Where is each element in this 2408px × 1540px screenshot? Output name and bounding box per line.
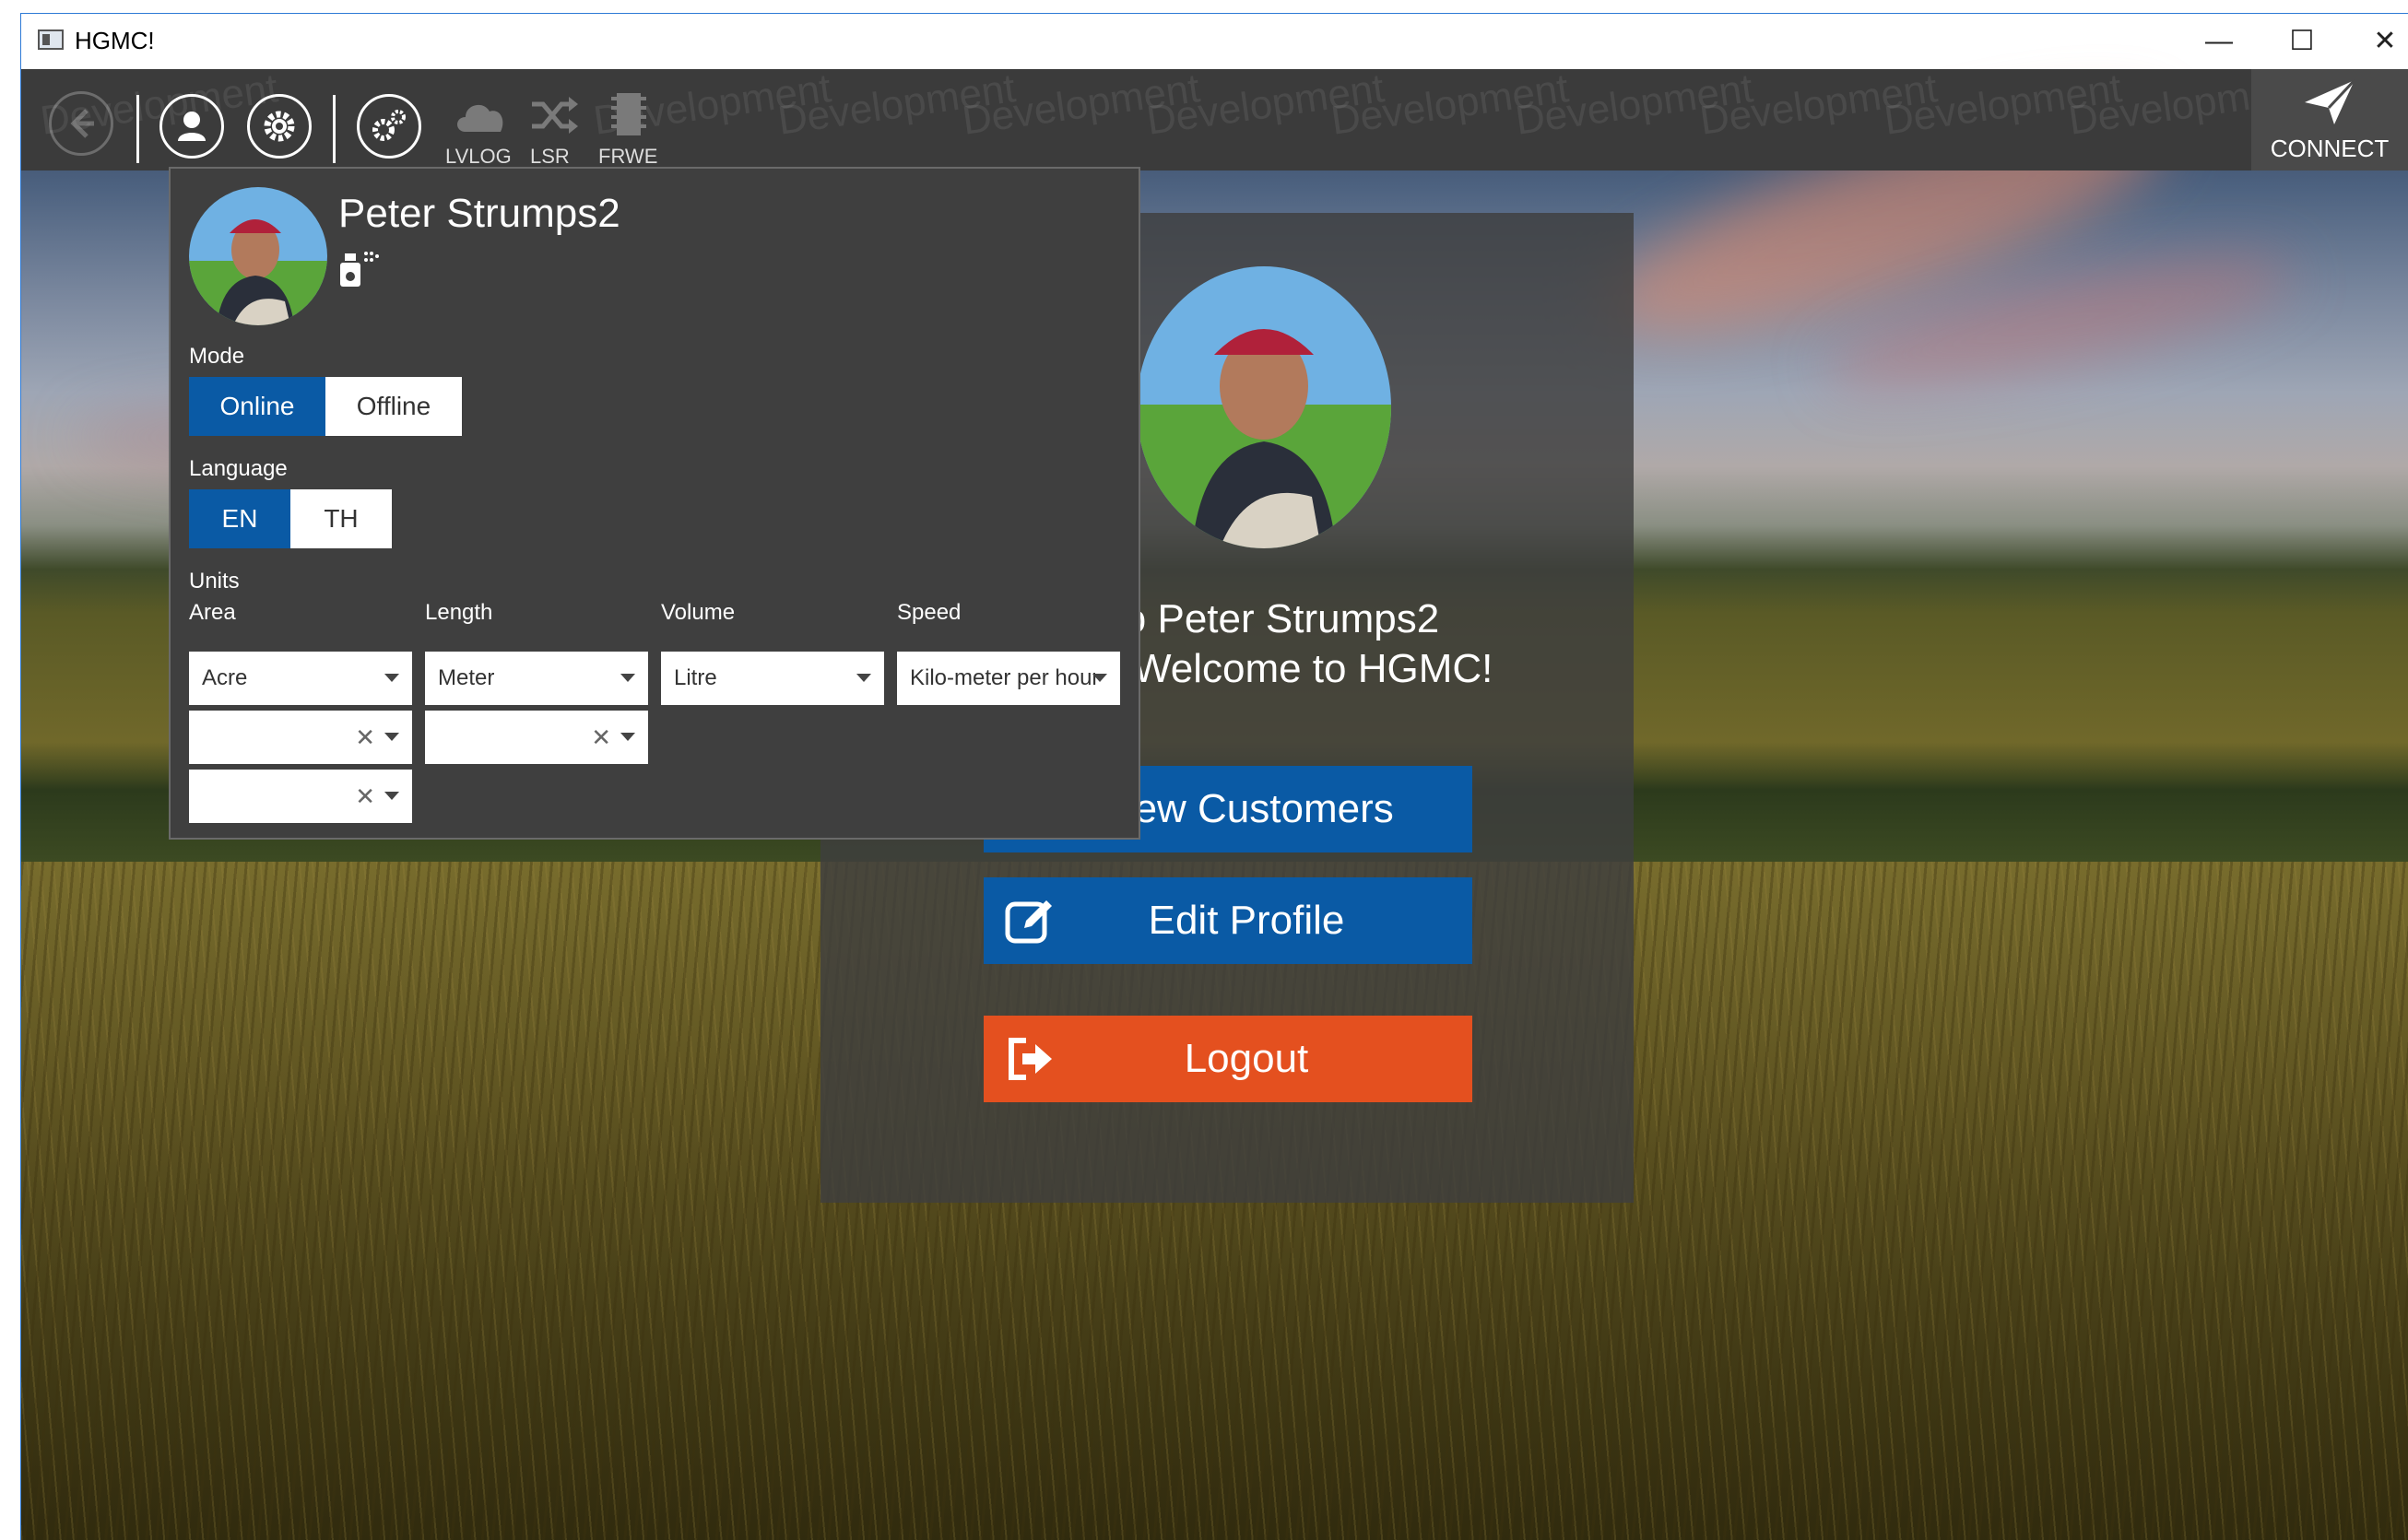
language-en-toggle[interactable]: EN: [189, 489, 290, 548]
chevron-down-icon: [384, 792, 399, 800]
chip-icon: [611, 93, 646, 135]
length-unit-value: Meter: [438, 665, 495, 690]
profile-settings-panel: Peter Strumps2 Mode Online Offline Langu…: [169, 167, 1140, 840]
chevron-down-icon: [384, 674, 399, 682]
settings-button[interactable]: [247, 94, 312, 159]
speed-unit-value: Kilo-meter per hour: [910, 665, 1096, 690]
chevron-down-icon: [620, 674, 635, 682]
area-label: Area: [189, 600, 236, 625]
user-avatar-large: [1137, 266, 1391, 548]
spray-icon: [340, 252, 379, 287]
back-button[interactable]: [49, 91, 113, 156]
connect-label: CONNECT: [2270, 135, 2390, 162]
edit-profile-label: Edit Profile: [1148, 898, 1345, 943]
user-profile-button[interactable]: [159, 94, 224, 159]
connect-button[interactable]: CONNECT: [2251, 69, 2408, 170]
toolbar: Development Development Development Deve…: [21, 65, 2408, 170]
edit-profile-button[interactable]: Edit Profile: [984, 877, 1472, 964]
shuffle-icon: [532, 97, 578, 134]
speed-unit-select[interactable]: Kilo-meter per hour: [897, 652, 1120, 705]
advanced-settings-button[interactable]: [357, 94, 421, 159]
clear-icon[interactable]: ✕: [355, 770, 375, 823]
user-avatar-small: [189, 187, 327, 325]
app-icon: [38, 29, 64, 50]
settings-icon: [264, 111, 295, 142]
frwe-button[interactable]: [606, 86, 652, 143]
back-icon: [70, 109, 94, 138]
cloud-icon: [457, 104, 503, 132]
length-label: Length: [425, 600, 493, 625]
welcome-message: Welcome to HGMC!: [1133, 646, 1493, 691]
maximize-button[interactable]: ☐: [2260, 14, 2343, 69]
lvlog-button[interactable]: [449, 88, 513, 143]
lsr-button[interactable]: [526, 88, 582, 143]
lvlog-label: LVLOG: [445, 145, 512, 168]
chevron-down-icon: [384, 733, 399, 741]
advanced-settings-icon: [372, 110, 406, 141]
area-unit-select[interactable]: Acre: [189, 652, 412, 705]
frwe-label: FRWE: [598, 145, 658, 168]
chevron-down-icon: [856, 674, 871, 682]
mode-label: Mode: [189, 344, 245, 369]
units-label: Units: [189, 569, 240, 594]
length-unit-select[interactable]: Meter: [425, 652, 648, 705]
logout-button[interactable]: Logout: [984, 1016, 1472, 1102]
toolbar-separator: [136, 95, 139, 163]
volume-unit-value: Litre: [674, 665, 717, 690]
user-name: Peter Strumps2: [338, 191, 620, 236]
send-icon: [2305, 78, 2356, 124]
user-icon: [178, 112, 206, 141]
logout-label: Logout: [1184, 1036, 1309, 1081]
mode-online-toggle[interactable]: Online: [189, 377, 325, 436]
toolbar-separator: [333, 95, 336, 163]
volume-unit-select[interactable]: Litre: [661, 652, 884, 705]
empty-unit-select[interactable]: ✕: [189, 711, 412, 764]
chevron-down-icon: [1092, 674, 1107, 682]
title-bar: HGMC! — ☐ ✕: [21, 14, 2408, 69]
volume-label: Volume: [661, 600, 736, 625]
lsr-label: LSR: [530, 145, 570, 168]
empty-unit-select[interactable]: ✕: [189, 770, 412, 823]
app-window: HGMC! — ☐ ✕ Development Development Deve…: [20, 13, 2408, 1540]
empty-unit-select[interactable]: ✕: [425, 711, 648, 764]
language-th-toggle[interactable]: TH: [290, 489, 392, 548]
speed-label: Speed: [897, 600, 962, 625]
area-unit-value: Acre: [202, 665, 248, 690]
chevron-down-icon: [620, 733, 635, 741]
language-label: Language: [189, 456, 288, 481]
clear-icon[interactable]: ✕: [591, 711, 611, 764]
mode-offline-toggle[interactable]: Offline: [325, 377, 462, 436]
close-button[interactable]: ✕: [2343, 14, 2408, 69]
window-title: HGMC!: [75, 27, 155, 54]
minimize-button[interactable]: —: [2178, 14, 2260, 69]
clear-icon[interactable]: ✕: [355, 711, 375, 764]
